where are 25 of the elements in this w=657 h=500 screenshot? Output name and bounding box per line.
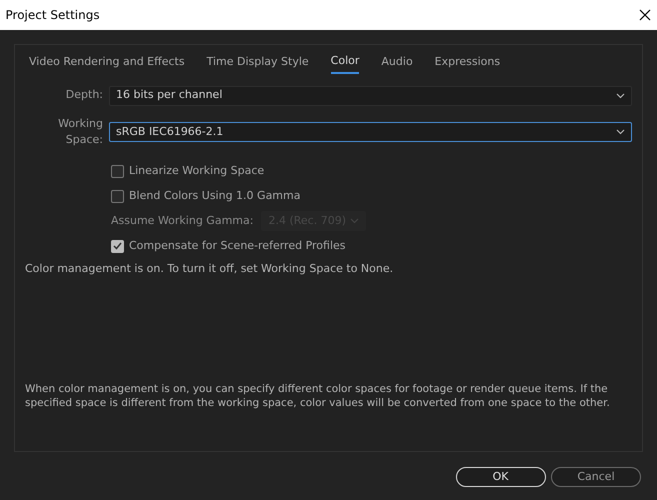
tab[interactable]: Color [330, 51, 360, 74]
checkbox[interactable] [111, 190, 124, 202]
field-label: Working Space: [57, 116, 104, 148]
checkbox[interactable] [111, 240, 124, 252]
field-label: Assume Working Gamma: [111, 212, 254, 229]
info-text: Color management is on. To turn it off, set Working Space to None. [25, 260, 394, 276]
field-label: Depth: [64, 87, 104, 104]
window-title: Project Settings [6, 7, 100, 24]
chevron-icon [616, 92, 625, 98]
cancel-button[interactable]: Cancel [551, 467, 641, 487]
description-text: When color management is on, you can specify different color spaces for footage or render queue items. If the specified space is different from the working space, color values will be converted from one space to the other. [25, 383, 611, 410]
checkbox-label: Blend Colors Using 1.0 Gamma [129, 188, 300, 204]
checkbox-label: Linearize Working Space [129, 162, 264, 179]
chevron-icon [350, 218, 360, 224]
checkbox[interactable] [111, 164, 124, 178]
dropdown[interactable]: sRGB IEC61966-2.1 [109, 122, 632, 142]
tab[interactable]: Audio [381, 51, 413, 74]
dropdown[interactable]: 16 bits per channel [109, 86, 632, 106]
checkbox-label: Compensate for Scene-referred Profiles [129, 238, 346, 254]
tab[interactable]: Expressions [434, 51, 500, 74]
chevron-icon [616, 129, 625, 135]
ok-button[interactable]: OK [456, 467, 546, 487]
tab[interactable]: Time Display Style [206, 51, 309, 74]
tab[interactable]: Video Rendering and Effects [29, 51, 185, 74]
close-icon[interactable] [638, 9, 650, 21]
